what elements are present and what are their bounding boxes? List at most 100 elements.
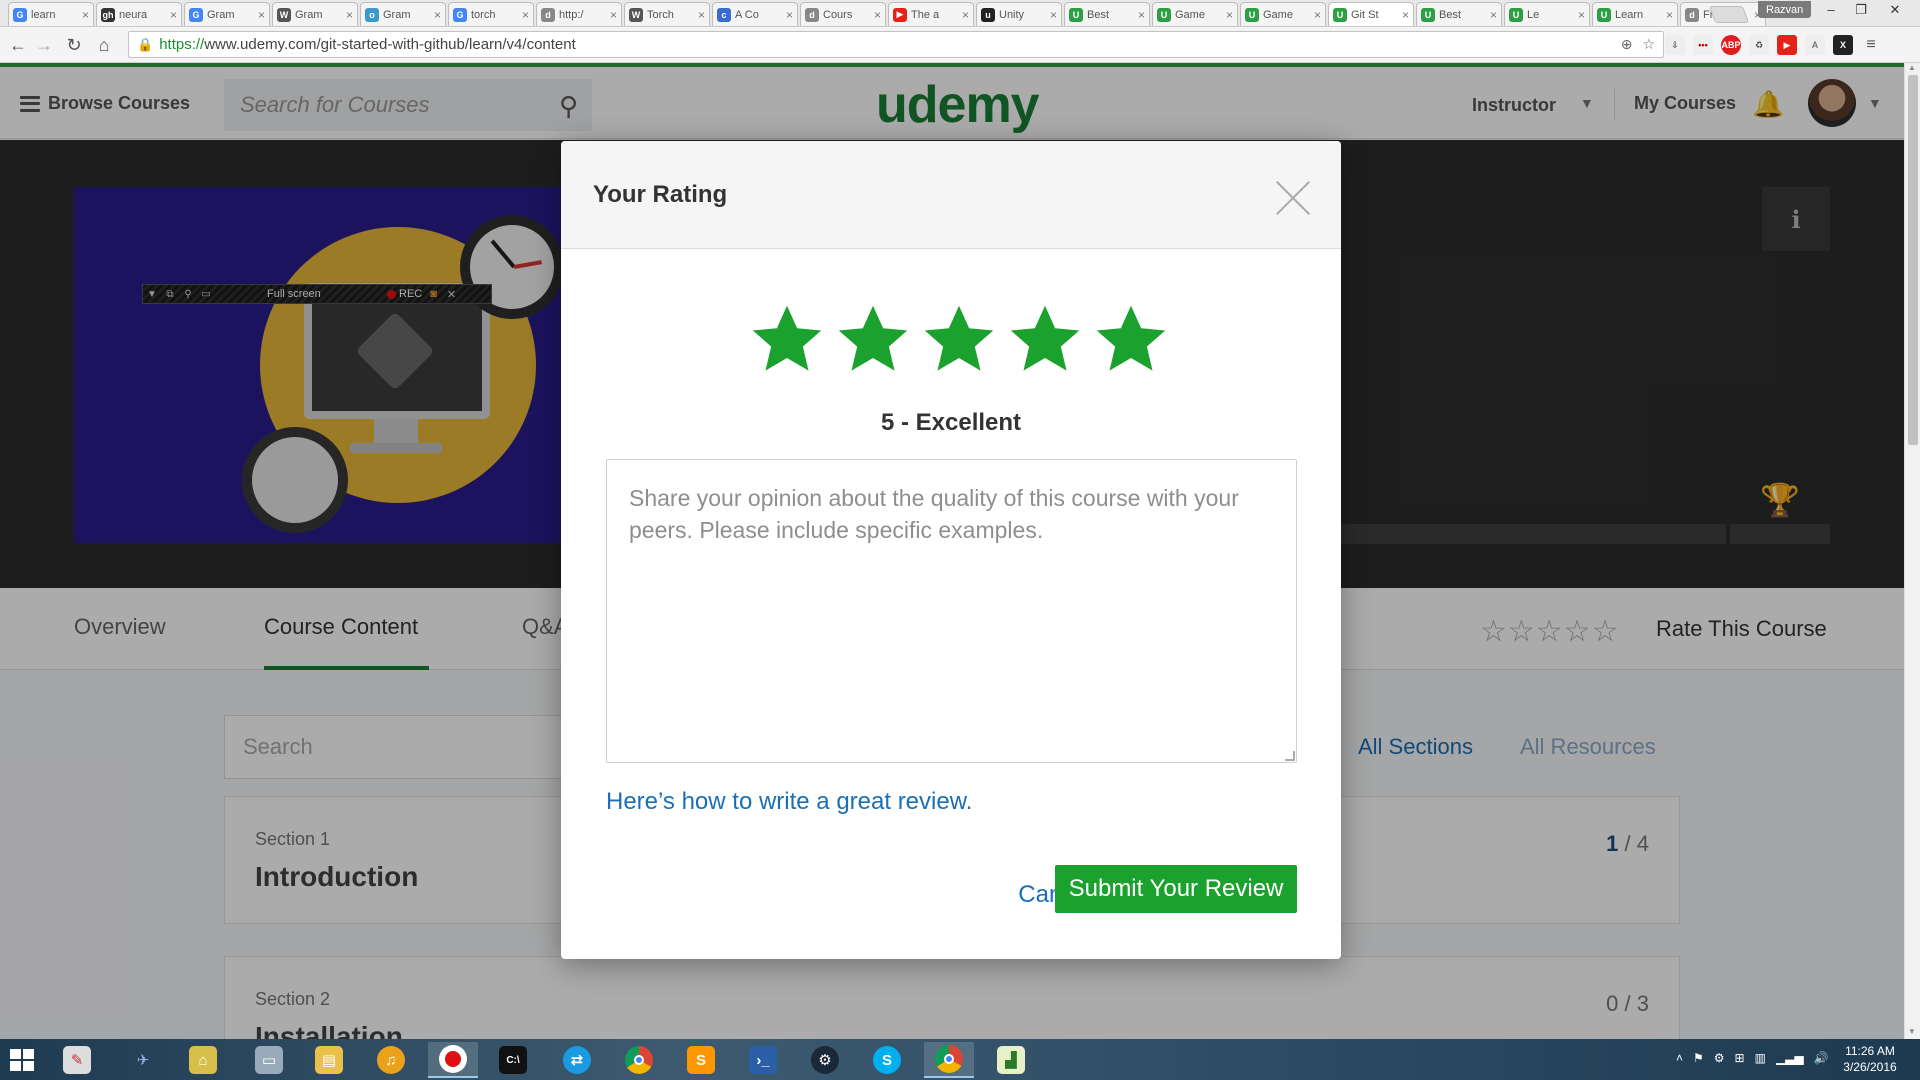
youtube-extension-icon[interactable]: ▶ [1777,35,1797,55]
browser-tab[interactable]: G Gram × [184,2,270,26]
download-extension-icon[interactable]: ⇩ [1665,35,1685,55]
scroll-thumb[interactable] [1908,75,1918,445]
browser-tab[interactable]: d http:/ × [536,2,622,26]
page-scrollbar[interactable]: ▲ ▼ [1904,63,1920,1039]
reload-icon[interactable]: ↻ [62,33,86,57]
browser-tab[interactable]: W Torch × [624,2,710,26]
taskbar-app-steam-icon[interactable]: ⚙ [800,1042,850,1078]
browser-tab[interactable]: U Le × [1504,2,1590,26]
windows-start-icon[interactable] [10,1049,34,1071]
new-tab-button[interactable] [1708,6,1750,23]
taskbar-app-sublime-icon[interactable]: S [676,1042,726,1078]
tab-close-icon[interactable]: × [1314,8,1321,22]
taskbar-app-teamviewer-icon[interactable]: ⇄ [552,1042,602,1078]
recycle-extension-icon[interactable]: ♻ [1749,35,1769,55]
browser-tab[interactable]: Gtorch × [448,2,534,26]
browser-tab[interactable]: o Gram × [360,2,446,26]
taskbar-app-terminal-icon[interactable]: C:\ [488,1042,538,1078]
tab-close-icon[interactable]: × [346,8,353,22]
taskbar-app-network-icon[interactable]: ⌂ [178,1042,228,1078]
close-icon[interactable] [1273,175,1313,215]
scroll-up-icon[interactable]: ▲ [1908,63,1916,72]
taskbar-app-headphones-icon[interactable]: ♫ [366,1042,416,1078]
tab-close-icon[interactable]: × [962,8,969,22]
taskbar-app-chart-icon[interactable]: ▟ [986,1042,1036,1078]
signal-icon[interactable]: ▁▃▅ [1776,1051,1804,1065]
tab-close-icon[interactable]: × [1578,8,1585,22]
taskbar-app-pc-icon[interactable]: ▭ [244,1042,294,1078]
close-window-icon[interactable]: ✕ [1880,2,1910,18]
browser-tab[interactable]: d Cours × [800,2,886,26]
tab-close-icon[interactable]: × [874,8,881,22]
tab-close-icon[interactable]: × [522,8,529,22]
tab-close-icon[interactable]: × [170,8,177,22]
taskbar-app-chrome-icon[interactable] [614,1042,664,1078]
taskbar-app-record-icon[interactable] [428,1042,478,1078]
tab-close-icon[interactable]: × [82,8,89,22]
tab-close-icon[interactable]: × [1402,8,1409,22]
avast-icon[interactable]: A [1805,35,1825,55]
home-icon[interactable]: ⌂ [92,33,116,57]
browser-tab[interactable]: ▶ The a × [888,2,974,26]
forward-icon[interactable]: → [32,33,56,57]
url-path: www.udemy.com/git-started-with-github/le… [204,36,576,53]
tab-close-icon[interactable]: × [1050,8,1057,22]
browser-tab[interactable]: U Best × [1416,2,1502,26]
adblock-icon[interactable]: ABP [1721,35,1741,55]
taskbar-app-paper-plane-icon[interactable]: ✈ [118,1042,168,1078]
taskbar-app-paint-icon[interactable]: ✎ [52,1042,102,1078]
browser-tab[interactable]: u Unity × [976,2,1062,26]
taskbar-app-powershell-icon[interactable]: ›_ [738,1042,788,1078]
zoom-icon[interactable]: ⊕ [1621,36,1633,53]
browser-tab[interactable]: U Game × [1152,2,1238,26]
windows-icon[interactable]: ⊞ [1735,1051,1745,1065]
submit-review-button[interactable]: Submit Your Review [1055,865,1297,913]
x-extension-icon[interactable]: X [1833,35,1853,55]
browser-tab[interactable]: c A Co × [712,2,798,26]
restore-icon[interactable]: ❐ [1846,2,1876,18]
browser-tab[interactable]: U Git St × [1328,2,1414,26]
taskbar-app-chrome-active-icon[interactable] [924,1042,974,1078]
browser-tab[interactable]: W Gram × [272,2,358,26]
minimize-icon[interactable]: – [1816,2,1846,17]
taskbar-app-skype-icon[interactable]: S [862,1042,912,1078]
flag-icon[interactable]: ⚑ [1693,1051,1704,1065]
tab-close-icon[interactable]: × [786,8,793,22]
tab-title: A Co [735,8,759,21]
tab-close-icon[interactable]: × [258,8,265,22]
browser-tab[interactable]: gh neura × [96,2,182,26]
tab-close-icon[interactable]: × [1666,8,1673,22]
tab-close-icon[interactable]: × [610,8,617,22]
browser-tab[interactable]: Glearn × [8,2,94,26]
star-icon[interactable] [1093,301,1169,377]
star-icon[interactable] [921,301,997,377]
gear-icon[interactable]: ⚙ [1714,1051,1725,1065]
star-icon[interactable] [1007,301,1083,377]
tab-close-icon[interactable]: × [1138,8,1145,22]
scroll-down-icon[interactable]: ▼ [1908,1027,1916,1036]
tab-close-icon[interactable]: × [1226,8,1233,22]
profile-chip[interactable]: Razvan [1758,1,1812,18]
tab-close-icon[interactable]: × [698,8,705,22]
volume-icon[interactable]: 🔊 [1814,1051,1829,1065]
url-input[interactable]: 🔒 https:// www.udemy.com/git-started-wit… [128,31,1664,58]
network-icon[interactable]: ▥ [1755,1051,1766,1065]
back-icon[interactable]: ← [6,33,30,57]
bookmark-star-icon[interactable]: ☆ [1642,36,1655,53]
taskbar-clock[interactable]: 11:26 AM 3/26/2016 [1828,1043,1912,1075]
browser-tab[interactable]: U Best × [1064,2,1150,26]
browser-tab[interactable]: U Game × [1240,2,1326,26]
lastpass-icon[interactable]: ••• [1693,35,1713,55]
taskbar-app-explorer-icon[interactable]: ▤ [304,1042,354,1078]
review-guide-link[interactable]: Here’s how to write a great review. [606,788,972,816]
tab-title: Gram [383,8,411,21]
review-textarea[interactable] [606,459,1297,763]
chrome-menu-icon[interactable]: ≡ [1861,35,1881,55]
browser-tab[interactable]: U Learn × [1592,2,1678,26]
star-icon[interactable] [749,301,825,377]
star-icon[interactable] [835,301,911,377]
tray-expand-icon[interactable]: ˄ [1676,1051,1683,1065]
tab-close-icon[interactable]: × [1490,8,1497,22]
resize-handle-icon[interactable] [1285,751,1295,761]
tab-close-icon[interactable]: × [434,8,441,22]
